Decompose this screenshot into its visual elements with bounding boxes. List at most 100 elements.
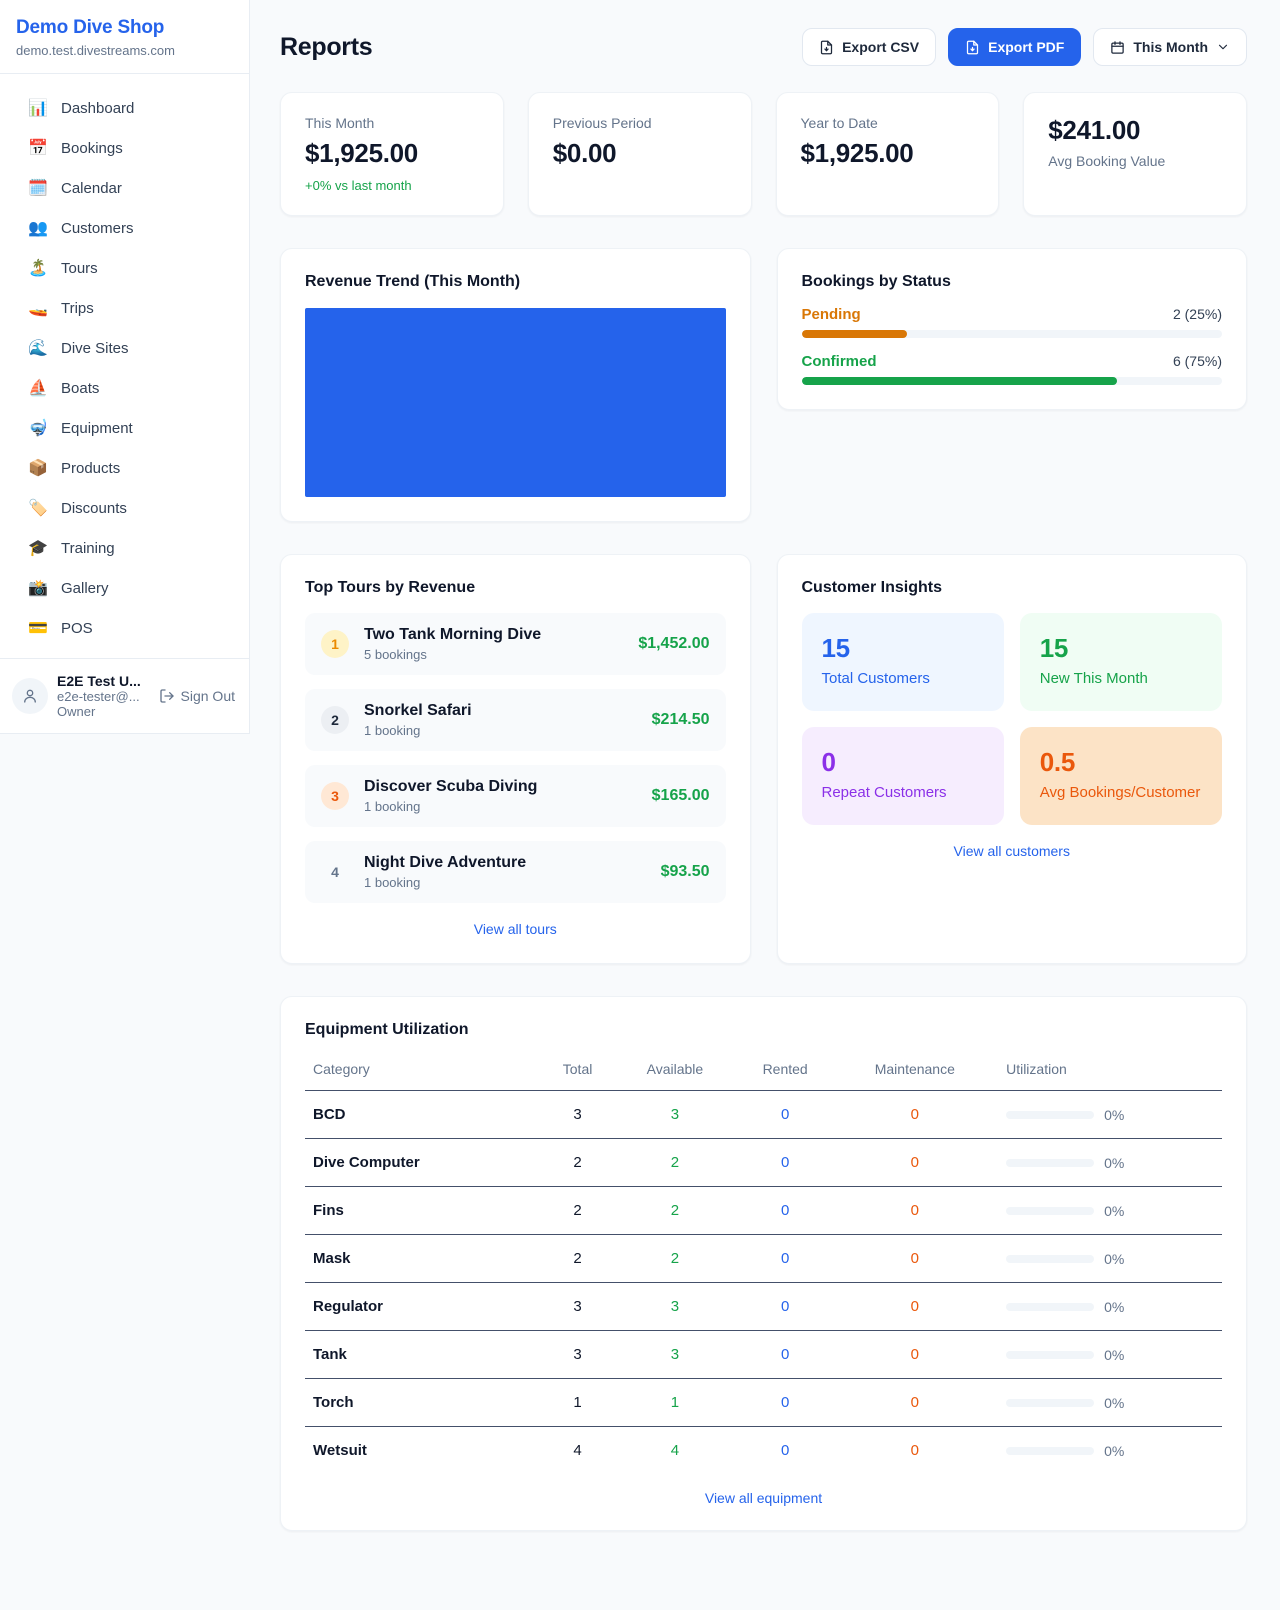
insight-value: 0.5: [1040, 747, 1202, 778]
stat-value: $241.00: [1048, 115, 1222, 146]
utilization-bar: [1006, 1351, 1094, 1359]
cell-available: 2: [615, 1187, 735, 1235]
cell-available: 2: [615, 1139, 735, 1187]
app-shell: Demo Dive Shop demo.test.divestreams.com…: [0, 0, 1280, 1571]
insight-label: Repeat Customers: [822, 784, 984, 801]
sidebar-item[interactable]: 🎓 Training: [0, 528, 249, 568]
top-tours-title: Top Tours by Revenue: [305, 579, 726, 597]
chevron-down-icon: [1216, 40, 1230, 54]
sidebar-item[interactable]: 📅 Bookings: [0, 128, 249, 168]
file-download-icon: [965, 40, 980, 55]
insight-tiles: 15 Total Customers 15 New This Month 0 R…: [802, 613, 1223, 825]
export-csv-button[interactable]: Export CSV: [802, 28, 936, 66]
cell-available: 1: [615, 1379, 735, 1427]
view-all-equipment-link[interactable]: View all equipment: [705, 1490, 822, 1506]
sidebar-item[interactable]: 🤿 Equipment: [0, 408, 249, 448]
cell-utilization: 0%: [1104, 1299, 1124, 1315]
page-title: Reports: [280, 33, 372, 62]
cell-total: 3: [540, 1283, 615, 1331]
cell-maintenance: 0: [836, 1283, 995, 1331]
cell-maintenance: 0: [836, 1235, 995, 1283]
insight-tile: 0.5 Avg Bookings/Customer: [1020, 727, 1222, 825]
cell-maintenance: 0: [836, 1139, 995, 1187]
nav-item-label: Dive Sites: [61, 340, 129, 357]
tour-row: 2 Snorkel Safari 1 booking $214.50: [305, 689, 726, 751]
nav-item-icon: 💳: [28, 618, 48, 638]
nav-item-label: Tours: [61, 260, 98, 277]
user-icon: [21, 687, 39, 705]
export-pdf-button[interactable]: Export PDF: [948, 28, 1081, 66]
sidebar-item[interactable]: 👥 Customers: [0, 208, 249, 248]
cell-available: 2: [615, 1235, 735, 1283]
nav-item-label: Bookings: [61, 140, 123, 157]
cell-utilization: 0%: [1104, 1155, 1124, 1171]
shop-domain: demo.test.divestreams.com: [16, 43, 233, 58]
cell-maintenance: 0: [836, 1091, 995, 1139]
tour-bookings: 1 booking: [364, 723, 637, 738]
revenue-trend-chart: [305, 308, 726, 497]
cell-category: Mask: [305, 1235, 540, 1283]
nav-item-label: Training: [61, 540, 115, 557]
nav-item-icon: 📊: [28, 98, 48, 118]
view-all-tours-link[interactable]: View all tours: [474, 921, 557, 937]
customer-insights-card: Customer Insights 15 Total Customers 15 …: [777, 554, 1248, 964]
stat-value: $0.00: [553, 138, 727, 169]
sidebar-item[interactable]: 📸 Gallery: [0, 568, 249, 608]
revenue-trend-card: Revenue Trend (This Month): [280, 248, 751, 522]
stats-grid: This Month $1,925.00 +0% vs last month P…: [280, 92, 1247, 216]
sidebar-item[interactable]: 📦 Products: [0, 448, 249, 488]
nav-item-label: Gallery: [61, 580, 109, 597]
column-header: Rented: [735, 1049, 836, 1091]
period-select[interactable]: This Month: [1093, 28, 1247, 66]
rank-badge: 1: [321, 630, 349, 658]
sidebar-item[interactable]: 🌊 Dive Sites: [0, 328, 249, 368]
sign-out-button[interactable]: Sign Out: [159, 688, 235, 704]
customer-insights-title: Customer Insights: [802, 579, 1223, 597]
insight-value: 15: [822, 633, 984, 664]
nav-item-icon: 🗓️: [28, 178, 48, 198]
cell-category: Torch: [305, 1379, 540, 1427]
cell-rented: 0: [735, 1427, 836, 1475]
sidebar-item[interactable]: 📊 Dashboard: [0, 88, 249, 128]
tour-row: 3 Discover Scuba Diving 1 booking $165.0…: [305, 765, 726, 827]
cell-utilization: 0%: [1104, 1443, 1124, 1459]
tour-list: 1 Two Tank Morning Dive 5 bookings $1,45…: [305, 613, 726, 903]
table-row: Mask 2 2 0 0 0%: [305, 1235, 1222, 1283]
nav-item-icon: 🤿: [28, 418, 48, 438]
insight-tile: 0 Repeat Customers: [802, 727, 1004, 825]
cell-rented: 0: [735, 1331, 836, 1379]
sidebar-item[interactable]: ⛵ Boats: [0, 368, 249, 408]
sidebar-item[interactable]: 💳 POS: [0, 608, 249, 648]
equipment-utilization-card: Equipment Utilization Category Total Ava…: [280, 996, 1247, 1531]
cell-total: 3: [540, 1091, 615, 1139]
table-row: Fins 2 2 0 0 0%: [305, 1187, 1222, 1235]
cell-utilization: 0%: [1104, 1395, 1124, 1411]
stat-value: $1,925.00: [801, 138, 975, 169]
status-count: 6 (75%): [1173, 353, 1222, 369]
cell-utilization: 0%: [1104, 1251, 1124, 1267]
sidebar-item[interactable]: 🏷️ Discounts: [0, 488, 249, 528]
equipment-table: Category Total Available Rented Maintena…: [305, 1049, 1222, 1474]
cell-maintenance: 0: [836, 1331, 995, 1379]
sidebar-item[interactable]: 🗓️ Calendar: [0, 168, 249, 208]
column-header: Total: [540, 1049, 615, 1091]
cell-category: Wetsuit: [305, 1427, 540, 1475]
sidebar-item[interactable]: 🏝️ Tours: [0, 248, 249, 288]
cell-total: 4: [540, 1427, 615, 1475]
view-all-customers-link[interactable]: View all customers: [954, 843, 1070, 859]
utilization-bar: [1006, 1303, 1094, 1311]
sidebar-item[interactable]: 🚤 Trips: [0, 288, 249, 328]
status-bar-fill: [802, 377, 1117, 385]
nav-item-icon: ⛵: [28, 378, 48, 398]
nav-item-icon: 🚤: [28, 298, 48, 318]
cell-maintenance: 0: [836, 1379, 995, 1427]
nav-item-label: POS: [61, 620, 93, 637]
table-row: Regulator 3 3 0 0 0%: [305, 1283, 1222, 1331]
cell-total: 3: [540, 1331, 615, 1379]
cell-available: 3: [615, 1283, 735, 1331]
user-name: E2E Test U...: [57, 673, 150, 689]
equipment-title: Equipment Utilization: [305, 1021, 1222, 1039]
stat-label: This Month: [305, 115, 479, 131]
header-actions: Export CSV Export PDF This Month: [802, 28, 1247, 66]
table-row: BCD 3 3 0 0 0%: [305, 1091, 1222, 1139]
